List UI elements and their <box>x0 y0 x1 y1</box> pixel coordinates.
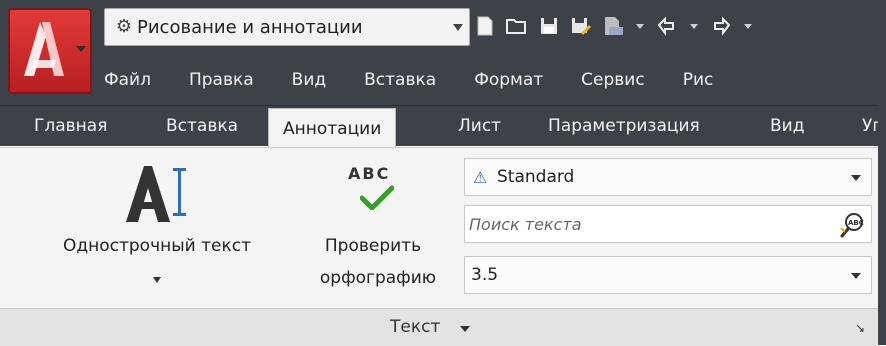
chevron-down-icon <box>460 326 470 332</box>
menu-item-insert[interactable]: Вставка <box>364 70 436 90</box>
ribbon-edge <box>878 105 886 345</box>
chevron-down-icon <box>76 46 86 52</box>
text-style-value: Standard <box>497 167 575 187</box>
chevron-down-icon <box>851 273 861 279</box>
chevron-down-icon <box>851 175 861 181</box>
save-as-icon[interactable] <box>568 13 594 39</box>
ribbon-tab-bar: Главная Вставка Аннотации Лист Параметри… <box>0 105 886 149</box>
open-folder-icon[interactable] <box>504 13 530 39</box>
checkmark-icon <box>360 185 394 210</box>
search-text-field[interactable]: Поиск текста ABC <box>464 205 872 243</box>
text-style-icon: ⚠ <box>473 167 488 187</box>
undo-icon[interactable] <box>654 13 680 39</box>
spell-check-label-line1: Проверить <box>324 236 422 256</box>
menu-item-draw[interactable]: Рис <box>683 70 714 90</box>
menu-item-file[interactable]: Файл <box>104 70 151 90</box>
text-style-dropdown[interactable]: ⚠ Standard <box>464 158 872 196</box>
autocad-logo-icon <box>24 22 64 76</box>
spell-check-label-line2: орфографию <box>319 268 437 288</box>
text-height-dropdown[interactable]: 3.5 <box>464 256 872 294</box>
dialog-launcher-icon[interactable]: ↘ <box>855 321 865 335</box>
single-line-text-button[interactable]: Однострочный текст <box>22 154 292 296</box>
search-text-placeholder: Поиск текста <box>469 214 582 234</box>
workspace-label: Рисование и аннотации <box>137 16 363 38</box>
tab-insert[interactable]: Вставка <box>166 106 238 146</box>
menu-item-format[interactable]: Формат <box>474 70 543 90</box>
chevron-down-icon <box>453 23 463 31</box>
text-height-value: 3.5 <box>471 265 499 285</box>
application-menu-button[interactable] <box>8 8 92 94</box>
tab-view[interactable]: Вид <box>770 106 804 146</box>
quick-access-toolbar <box>472 8 756 44</box>
chevron-down-icon[interactable] <box>153 277 161 283</box>
save-icon[interactable] <box>536 13 562 39</box>
new-icon[interactable] <box>472 13 498 39</box>
plot-icon[interactable] <box>600 13 626 39</box>
spell-check-button[interactable]: ABC Проверить орфографию <box>298 154 458 304</box>
single-line-text-label: Однострочный текст <box>62 236 251 256</box>
chevron-down-icon[interactable] <box>744 23 752 29</box>
tab-parametric[interactable]: Параметризация <box>548 106 700 146</box>
gear-icon: ⚙ <box>115 16 133 37</box>
abc-text: ABC <box>348 164 391 183</box>
text-a-icon <box>126 166 186 222</box>
chevron-down-icon[interactable] <box>636 23 644 29</box>
panel-title: Текст <box>390 317 441 337</box>
chevron-down-icon[interactable] <box>690 23 698 29</box>
workspace-selector[interactable]: ⚙ Рисование и аннотации <box>104 8 470 46</box>
svg-text:ABC: ABC <box>848 219 864 227</box>
redo-icon[interactable] <box>708 13 734 39</box>
menu-item-edit[interactable]: Правка <box>189 70 254 90</box>
tab-layout[interactable]: Лист <box>458 106 501 146</box>
panel-title-bar[interactable]: Текст ↘ <box>0 308 878 346</box>
tab-annotate[interactable]: Аннотации <box>268 108 397 149</box>
tab-home[interactable]: Главная <box>34 106 107 146</box>
menu-item-view[interactable]: Вид <box>292 70 326 90</box>
menu-bar: Файл Правка Вид Вставка Формат Сервис Ри… <box>104 60 751 100</box>
title-bar: ⚙ Рисование и аннотации Файл Правка Вид … <box>0 0 886 105</box>
find-replace-icon[interactable]: ABC <box>839 212 865 238</box>
menu-item-tools[interactable]: Сервис <box>581 70 645 90</box>
